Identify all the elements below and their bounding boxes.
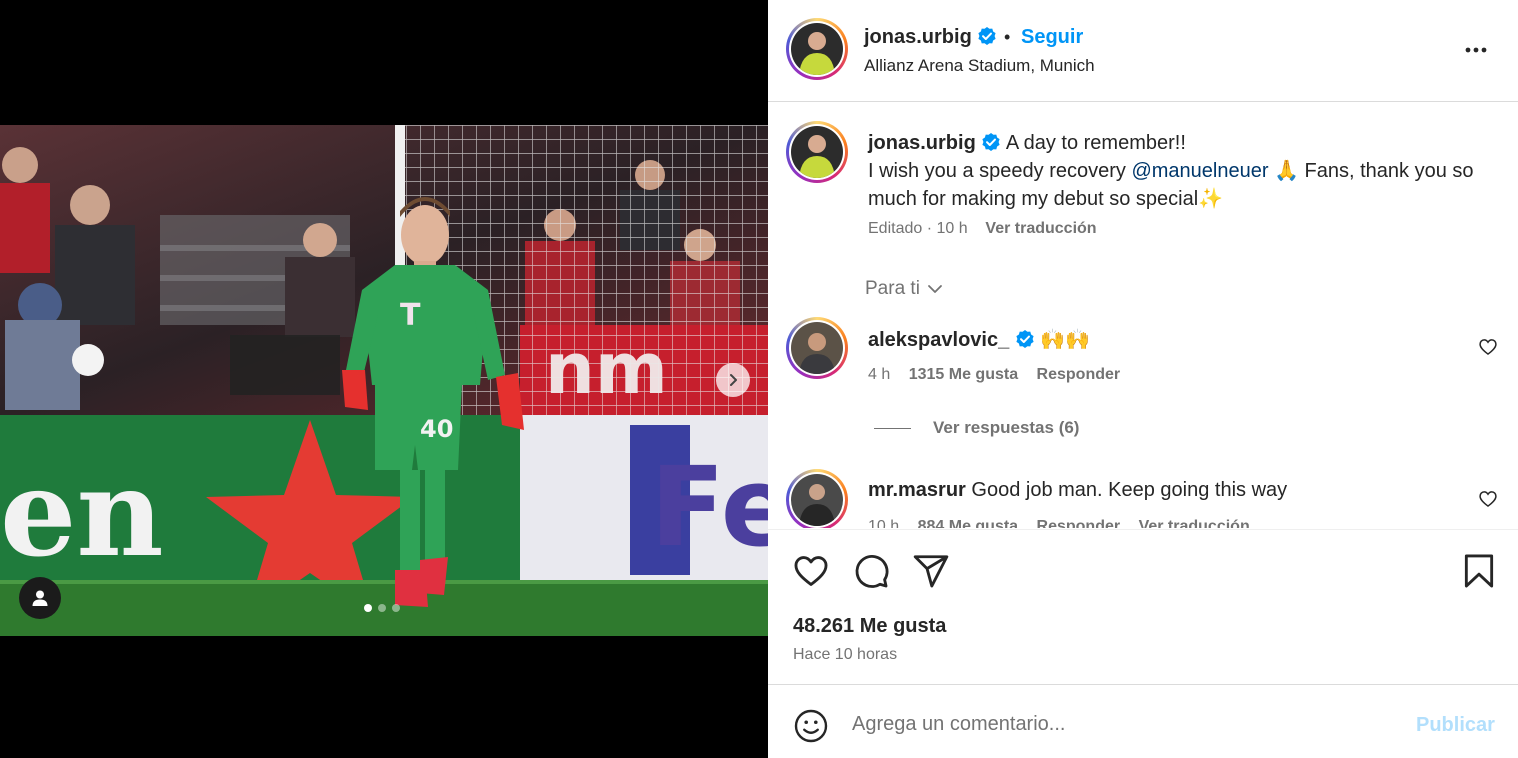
svg-text:40: 40 xyxy=(420,415,453,443)
caption-line-1: A day to remember!! xyxy=(1005,132,1186,154)
caption-avatar-image xyxy=(791,126,843,178)
comment-likes[interactable]: 884 Me gusta xyxy=(918,518,1018,528)
post-panel: jonas.urbig • Seguir Allianz Arena Stadi… xyxy=(768,0,1518,758)
post-media: nm en Fe T xyxy=(0,0,768,758)
comment-meta: 10 h 884 Me gusta Responder Ver traducci… xyxy=(868,518,1264,528)
likes-count[interactable]: 48.261 Me gusta xyxy=(793,615,946,638)
caption-translate-link[interactable]: Ver traducción xyxy=(985,220,1096,237)
heart-icon[interactable] xyxy=(792,552,830,590)
comment-body: alekspavlovic_ 🙌🙌 xyxy=(868,327,1090,352)
post-caption: jonas.urbig A day to remember!! I wish y… xyxy=(868,129,1488,213)
post-actions: 48.261 Me gusta Hace 10 horas xyxy=(768,529,1518,685)
comment-text: 🙌🙌 xyxy=(1040,329,1091,351)
comment-meta: 4 h 1315 Me gusta Responder xyxy=(868,366,1134,384)
user-icon xyxy=(32,590,48,606)
comment-username[interactable]: mr.masrur xyxy=(868,479,966,501)
replies-divider xyxy=(874,427,911,429)
commenter-avatar[interactable] xyxy=(786,469,848,528)
chevron-down-icon xyxy=(928,285,942,293)
comment-reply-button[interactable]: Responder xyxy=(1037,518,1121,528)
author-username[interactable]: jonas.urbig xyxy=(864,26,997,49)
caption-mention-link[interactable]: @manuelneuer xyxy=(1131,160,1268,182)
next-slide-button[interactable] xyxy=(716,363,750,397)
post-header: jonas.urbig • Seguir Allianz Arena Stadi… xyxy=(768,0,1518,102)
comment-age[interactable]: 4 h xyxy=(868,366,890,383)
commenter-avatar-image xyxy=(791,474,843,526)
caption-username[interactable]: jonas.urbig xyxy=(868,132,976,154)
caption-avatar[interactable] xyxy=(786,121,848,183)
comment-reply-button[interactable]: Responder xyxy=(1037,366,1121,383)
post-photo[interactable]: nm en Fe T xyxy=(0,125,768,636)
verified-badge-icon xyxy=(982,133,1000,151)
author-avatar[interactable] xyxy=(786,18,848,80)
commenter-avatar-image xyxy=(791,322,843,374)
comment-username[interactable]: alekspavlovic_ xyxy=(868,329,1009,351)
chevron-right-icon xyxy=(730,374,737,386)
caption-age[interactable]: 10 h xyxy=(937,220,968,237)
comment-icon[interactable] xyxy=(852,552,890,590)
tagged-users-button[interactable] xyxy=(19,577,61,619)
comment-translate-link[interactable]: Ver traducción xyxy=(1139,518,1250,528)
comment-item: alekspavlovic_ 🙌🙌 4 h 1315 Me gusta Resp… xyxy=(768,315,1518,415)
emoji-icon[interactable] xyxy=(793,708,829,744)
comments-filter-label: Para ti xyxy=(865,278,920,299)
carousel-dot-3 xyxy=(392,604,400,612)
view-replies-label: Ver respuestas (6) xyxy=(933,418,1080,437)
comments-section[interactable]: jonas.urbig A day to remember!! I wish y… xyxy=(768,103,1518,528)
more-horizontal-icon[interactable] xyxy=(1462,36,1490,64)
carousel-dot-1 xyxy=(364,604,372,612)
header-separator: • xyxy=(1004,27,1011,47)
bookmark-icon[interactable] xyxy=(1460,552,1498,590)
carousel-indicator xyxy=(364,604,400,612)
caption-meta-dot: · xyxy=(926,220,933,237)
comment-likes[interactable]: 1315 Me gusta xyxy=(909,366,1018,383)
verified-badge-icon xyxy=(1016,330,1034,348)
verified-badge-icon xyxy=(978,27,996,45)
svg-text:Fe: Fe xyxy=(650,443,768,571)
caption-edited: Editado xyxy=(868,220,923,237)
svg-text:T: T xyxy=(400,298,421,333)
comment-item: mr.masrur Good job man. Keep going this … xyxy=(768,467,1518,528)
commenter-avatar[interactable] xyxy=(786,317,848,379)
svg-text:en: en xyxy=(0,443,164,584)
post-location[interactable]: Allianz Arena Stadium, Munich xyxy=(864,56,1095,76)
author-avatar-image xyxy=(791,23,843,75)
goalkeeper-photo: nm en Fe T xyxy=(0,125,768,636)
caption-meta: Editado · 10 h Ver traducción xyxy=(868,220,1097,238)
caption-text-before-mention: I wish you a speedy recovery xyxy=(868,160,1126,182)
share-icon[interactable] xyxy=(912,552,950,590)
comment-like-heart-icon[interactable] xyxy=(1478,489,1498,509)
publish-button[interactable]: Publicar xyxy=(1416,714,1495,737)
add-comment-bar: Publicar xyxy=(768,686,1518,758)
comment-like-heart-icon[interactable] xyxy=(1478,337,1498,357)
comment-text: Good job man. Keep going this way xyxy=(971,479,1288,501)
comment-input[interactable] xyxy=(852,706,1392,742)
view-replies-button[interactable]: Ver respuestas (6) xyxy=(874,418,1079,438)
comment-age[interactable]: 10 h xyxy=(868,518,899,528)
follow-button[interactable]: Seguir xyxy=(1021,26,1083,49)
carousel-dot-2 xyxy=(378,604,386,612)
comments-filter-dropdown[interactable]: Para ti xyxy=(865,278,944,300)
comment-body: mr.masrur Good job man. Keep going this … xyxy=(868,479,1287,502)
post-time: Hace 10 horas xyxy=(793,646,898,663)
